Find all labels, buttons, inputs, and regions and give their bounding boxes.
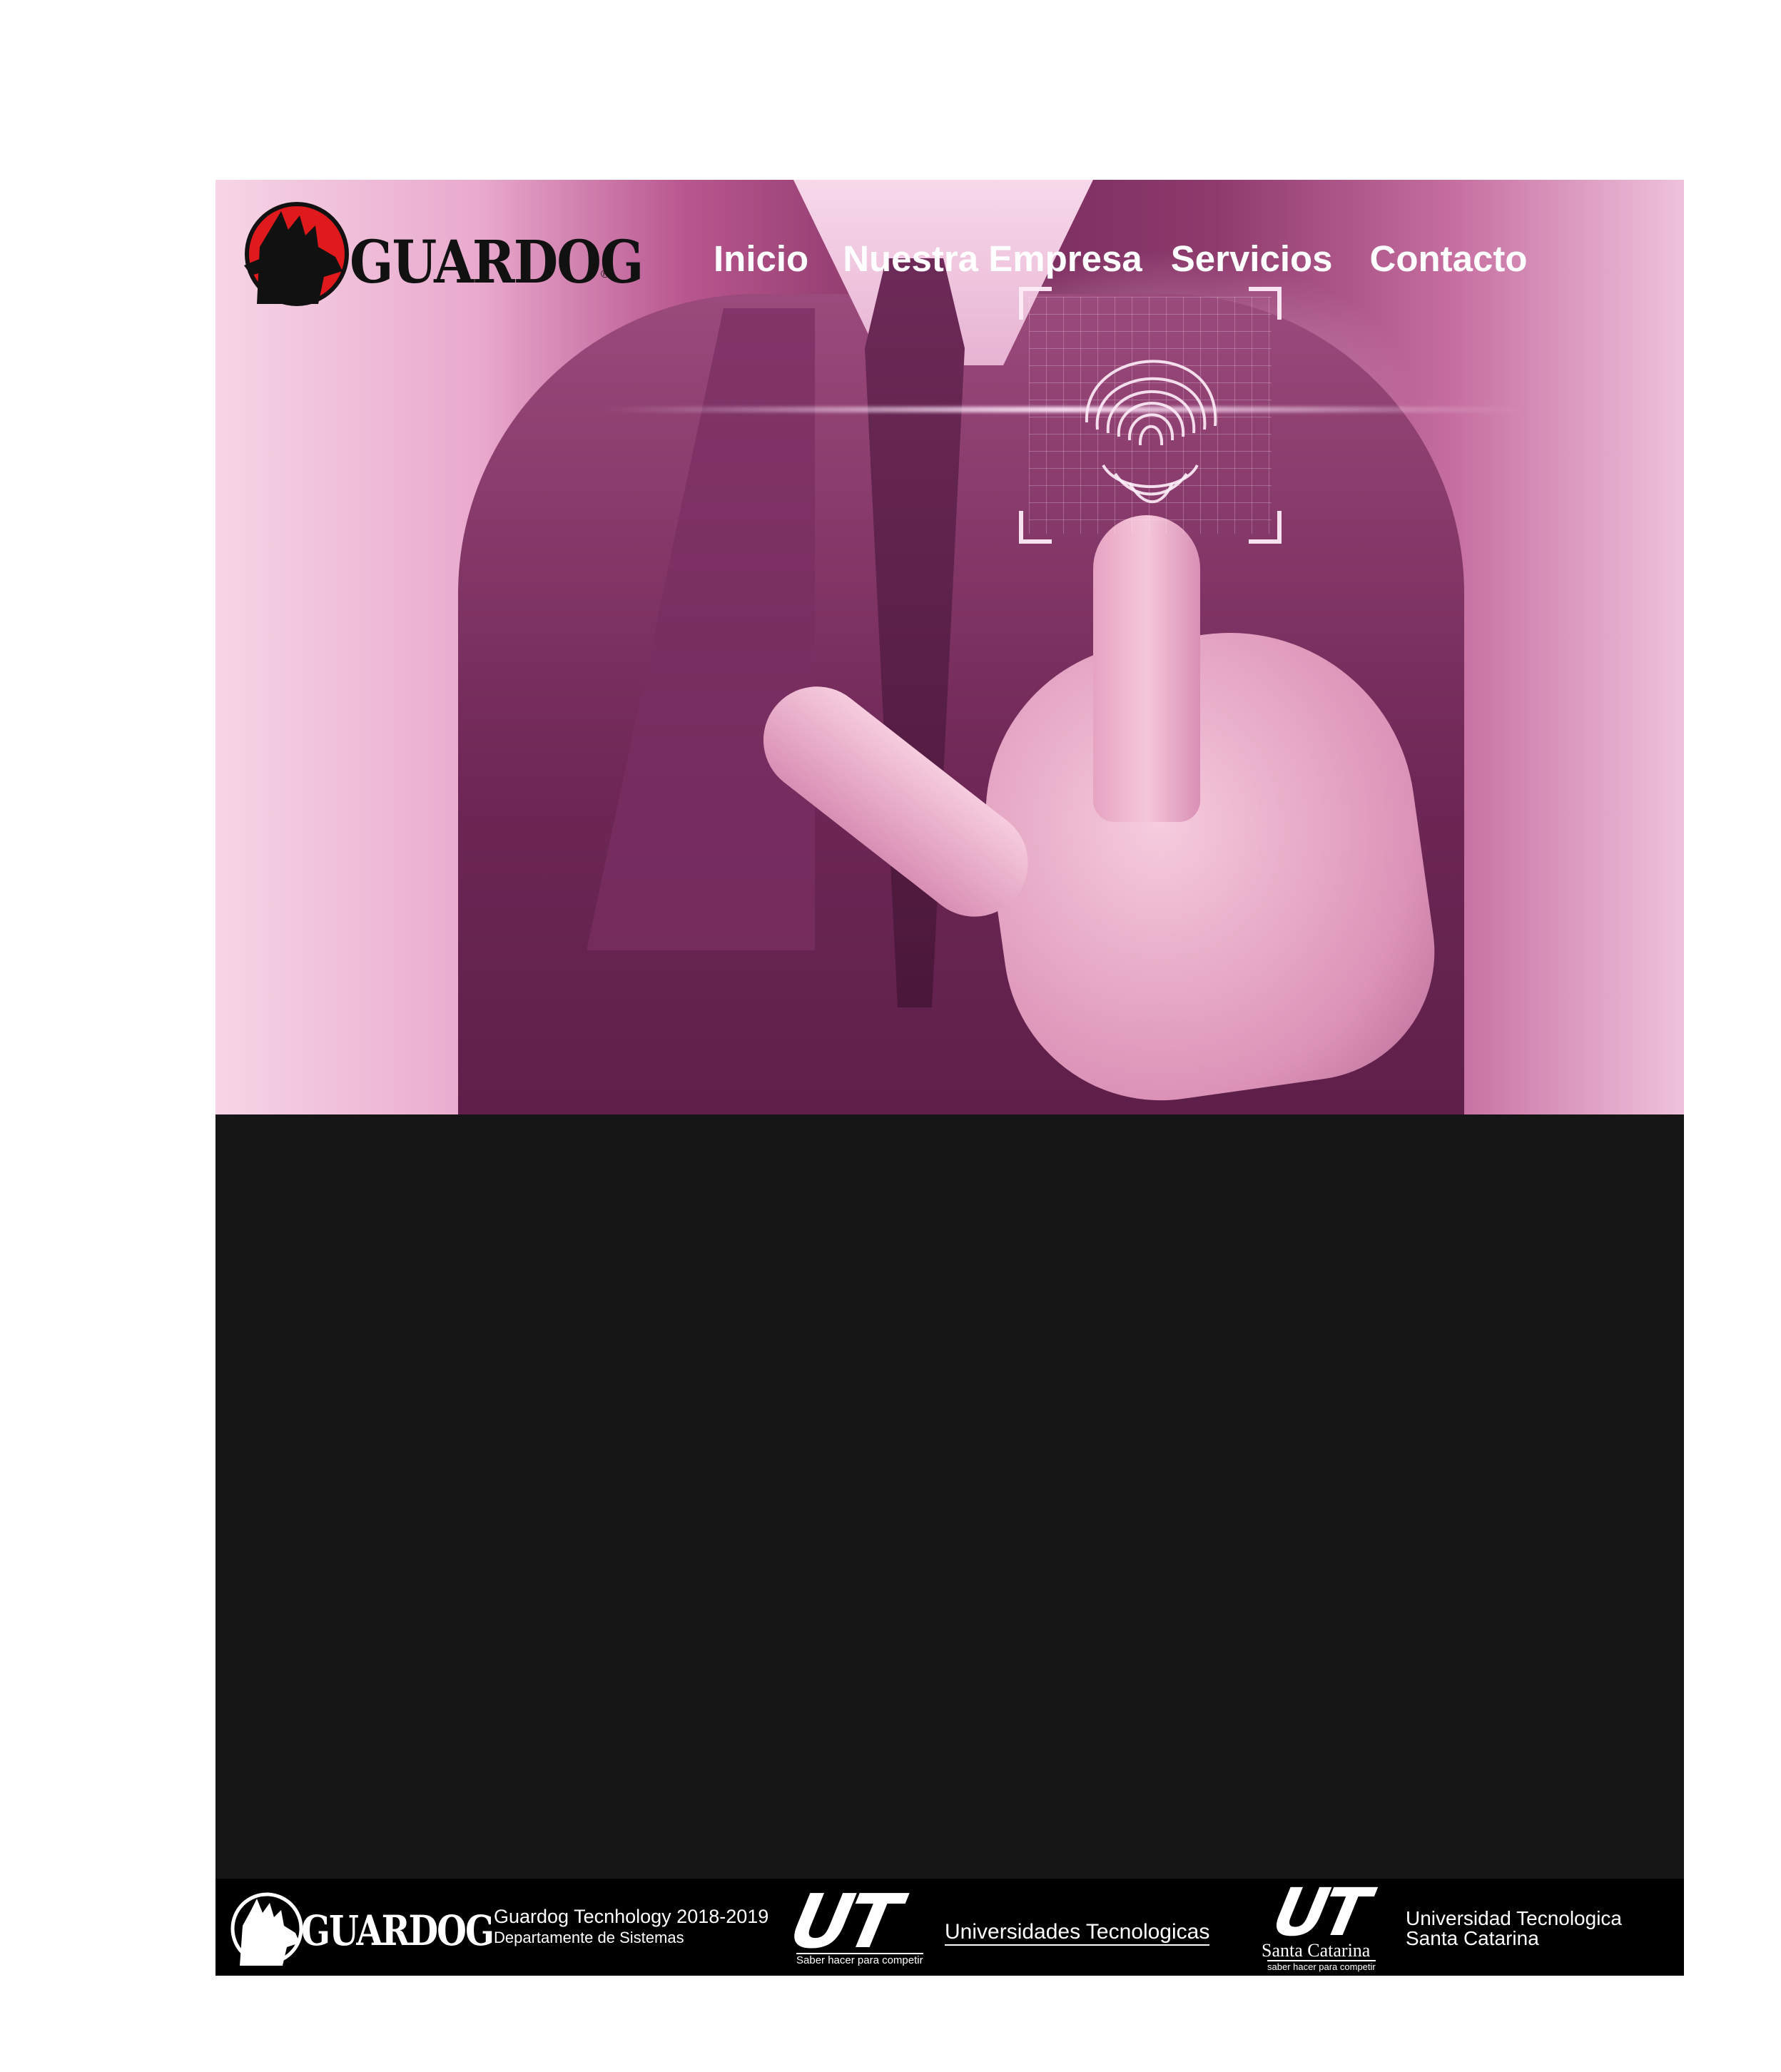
site-container: GUARDOG ® Inicio Nuestra Empresa Servici… [215, 180, 1684, 1976]
nav-contacto[interactable]: Contacto [1370, 234, 1528, 284]
nav-servicios[interactable]: Servicios [1171, 234, 1333, 284]
ut-slogan: Saber hacer para competir [796, 1953, 923, 1966]
utsc-campus: Santa Catarina [1262, 1940, 1371, 1961]
site-footer: GUARDOG Guardog Tecnhology 2018-2019 Dep… [215, 1874, 1684, 1976]
footer-dog-emblem-icon [230, 1892, 303, 1966]
footer-guardog-logo[interactable]: GUARDOG [230, 1889, 494, 1969]
hero-photo-finger [1093, 515, 1200, 822]
utsc-slogan: saber hacer para competir [1267, 1960, 1376, 1972]
ut-name: Universidades Tecnologicas [945, 1920, 1210, 1946]
hero-banner: GUARDOG ® Inicio Nuestra Empresa Servici… [215, 180, 1684, 1114]
footer-logo-wordmark: GUARDOG [301, 1907, 494, 1956]
guardog-logo[interactable]: GUARDOG ® [244, 197, 644, 311]
footer-company-line1: Guardog Tecnhology 2018-2019 [494, 1906, 769, 1927]
nav-nuestra-empresa[interactable]: Nuestra Empresa [843, 234, 1142, 284]
utsc-mark: UT [1266, 1874, 1372, 1951]
main-nav: Inicio Nuestra Empresa Servicios Contact… [714, 234, 1528, 284]
footer-utsc-logo[interactable]: UT Santa Catarina saber hacer para compe… [1262, 1874, 1661, 1972]
fingerprint-scanner-icon [1019, 287, 1282, 544]
logo-wordmark: GUARDOG [350, 227, 644, 297]
utsc-name-line2: Santa Catarina [1406, 1927, 1539, 1949]
registered-mark: ® [601, 268, 609, 280]
footer-ut-logo[interactable]: UT Saber hacer para competir Universidad… [783, 1878, 1227, 1969]
ut-mark: UT [783, 1878, 904, 1965]
content-area [215, 1114, 1684, 1879]
fingerprint-icon [1085, 360, 1217, 504]
nav-inicio[interactable]: Inicio [714, 234, 808, 284]
footer-company-line2: Departamente de Sistemas [494, 1929, 684, 1946]
